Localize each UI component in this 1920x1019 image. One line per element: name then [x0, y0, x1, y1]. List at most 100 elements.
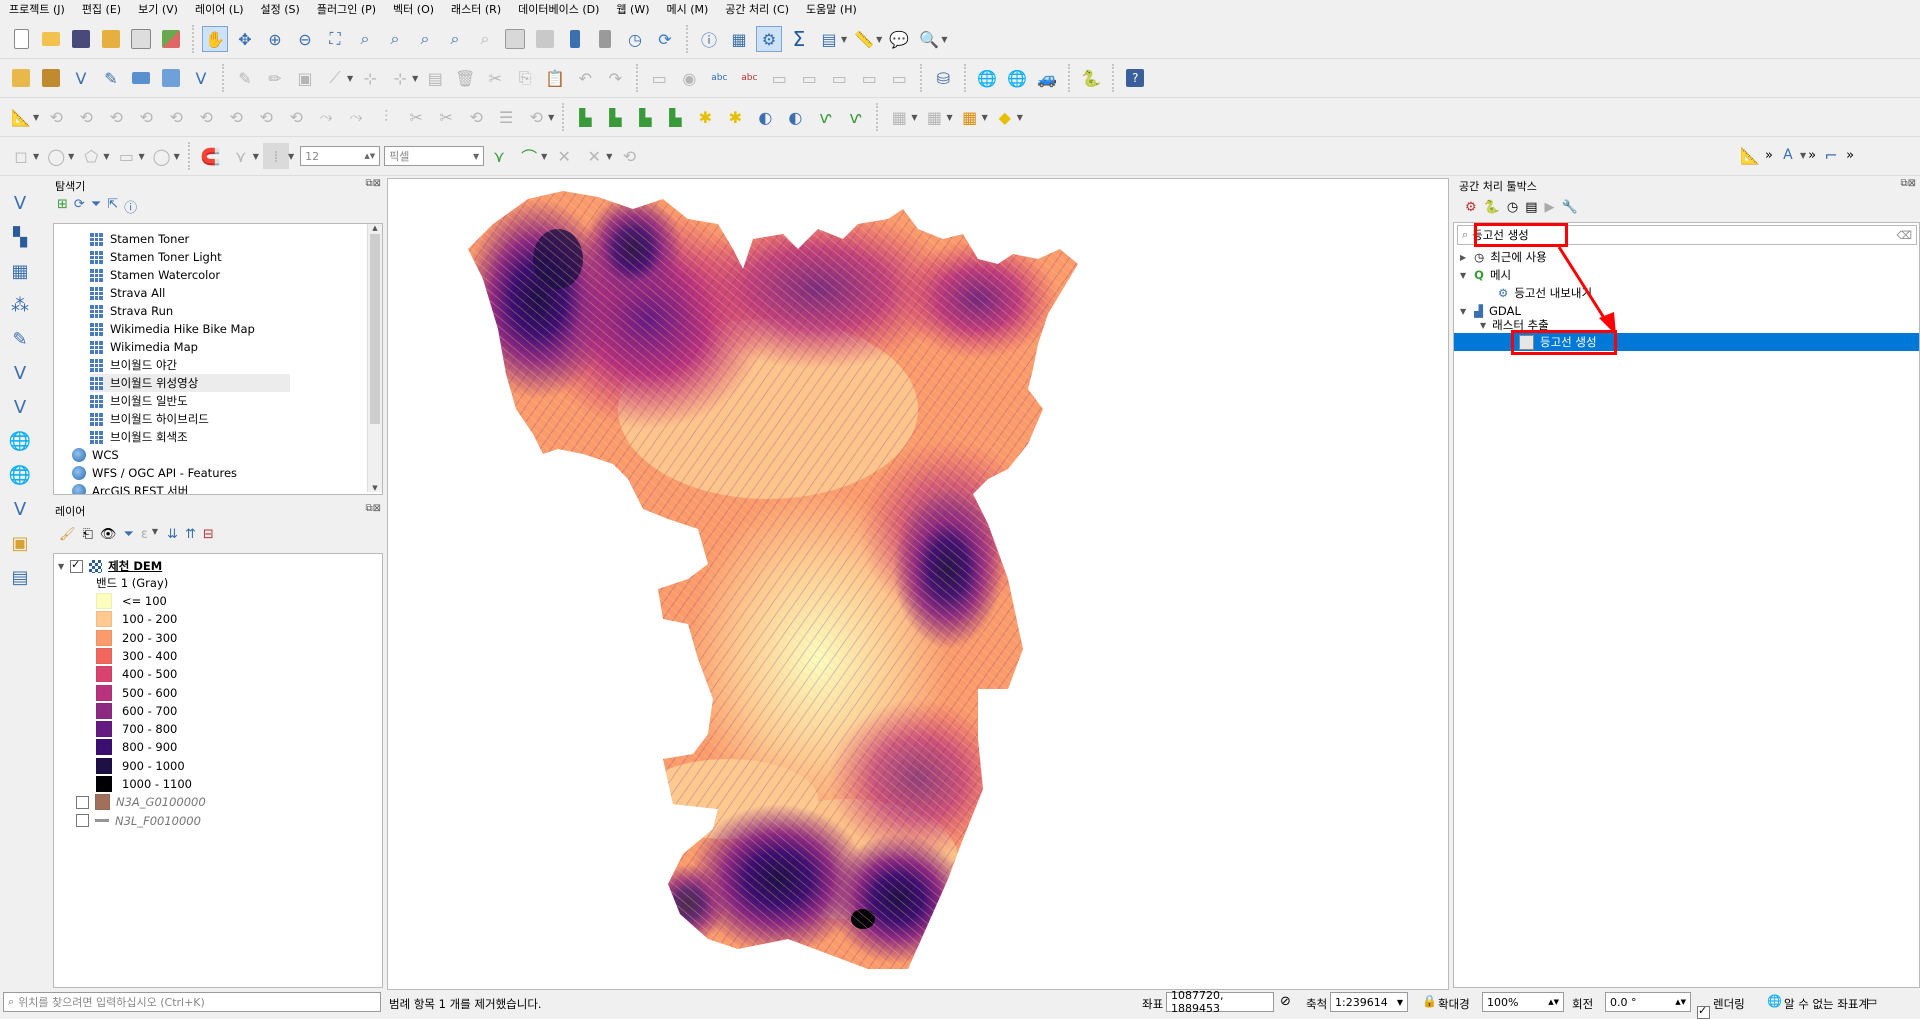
edit-features-icon[interactable]: ▶	[1544, 200, 1554, 215]
scripts-python-icon[interactable]: 🐍	[1484, 200, 1500, 215]
select-expression-icon[interactable]: ⱱ	[812, 104, 838, 130]
browser-item[interactable]: 브이월드 일반도	[90, 392, 188, 410]
snap-tolerance-input[interactable]: 12 ▲▼	[300, 146, 381, 166]
adv-tool-12-icon[interactable]: ⤳	[343, 104, 369, 130]
browser-item[interactable]: Wikimedia Map	[90, 338, 198, 356]
adv-tool-2-icon[interactable]: ⟲	[43, 104, 69, 130]
invert-selection-icon[interactable]: ◐	[752, 104, 778, 130]
panel-float-close-icon[interactable]: ⧉⊠	[365, 178, 381, 189]
open-project-icon[interactable]	[38, 26, 64, 52]
zoom-selection-icon[interactable]: ⌕	[352, 26, 378, 52]
browser-item[interactable]: Stamen Toner Light	[90, 248, 222, 266]
collapse-all-icon[interactable]: ⇈	[185, 527, 196, 542]
save-edits-icon[interactable]: ▣	[292, 65, 318, 91]
statistics-sum-icon[interactable]: Σ	[786, 26, 812, 52]
add-delimited-text-icon[interactable]: ✎	[5, 325, 35, 353]
collapse-arrow-icon[interactable]: ▼	[1460, 271, 1466, 280]
menu-item[interactable]: 벡터 (O)	[384, 1, 442, 17]
new-map-view-icon[interactable]	[502, 26, 528, 52]
menu-item[interactable]: 프로젝트 (J)	[0, 1, 73, 17]
add-postgis-icon[interactable]: V	[5, 393, 35, 421]
add-raster-layer-icon[interactable]: ▚	[5, 223, 35, 251]
results-viewer-icon[interactable]: ▤	[1525, 200, 1537, 215]
undo-icon[interactable]: ↶	[572, 65, 598, 91]
label-style-icon[interactable]: A	[1775, 142, 1801, 168]
adv-tool-7-icon[interactable]: ⟲	[193, 104, 219, 130]
expand-arrow-icon[interactable]: ▶	[1460, 253, 1466, 262]
pan-to-selection-icon[interactable]: ✥	[232, 26, 258, 52]
collapse-arrow-icon[interactable]: ▼	[1480, 321, 1486, 330]
adv-tool-18-icon[interactable]: ⟲	[523, 104, 549, 130]
style-manager-icon[interactable]	[158, 26, 184, 52]
adv-tool-4-icon[interactable]: ⟲	[103, 104, 129, 130]
scroll-thumb[interactable]	[370, 234, 380, 424]
add-wfs-icon[interactable]: 🌐	[5, 461, 35, 489]
select-by-area-icon[interactable]: ▙	[572, 104, 598, 130]
browser-root-item[interactable]: WCS	[72, 446, 119, 464]
label-callout-icon[interactable]: ▭	[886, 65, 912, 91]
menu-item[interactable]: 메시 (M)	[657, 1, 716, 17]
toggle-extents-icon[interactable]: ⊘	[1280, 994, 1291, 1009]
select-by-value-icon[interactable]: ▙	[602, 104, 628, 130]
menu-item[interactable]: 레이어 (L)	[186, 1, 252, 17]
cut-icon[interactable]: ✂	[482, 65, 508, 91]
zoom-full-icon[interactable]: ⛶	[322, 26, 348, 52]
new-geopackage-icon[interactable]	[38, 65, 64, 91]
options-wrench-icon[interactable]: 🔧	[1561, 200, 1577, 215]
map-tips-icon[interactable]: 💬	[886, 26, 912, 52]
adv-tool-11-icon[interactable]: ⤳	[313, 104, 339, 130]
zoom-in-icon[interactable]: ⊕	[262, 26, 288, 52]
scroll-up-icon[interactable]: ▲	[368, 224, 382, 232]
menu-item[interactable]: 플러그인 (P)	[308, 1, 384, 17]
adv-tool-9-icon[interactable]: ⟲	[253, 104, 279, 130]
new-memory-layer-icon[interactable]	[128, 65, 154, 91]
menu-item[interactable]: 웹 (W)	[607, 1, 657, 17]
new-project-icon[interactable]	[8, 26, 34, 52]
deselect-layer-icon[interactable]: ✱	[722, 104, 748, 130]
adv-tool-5-icon[interactable]: ⟲	[133, 104, 159, 130]
pin-icon[interactable]: ⌐	[1818, 142, 1844, 168]
add-vector-icon[interactable]: V	[188, 65, 214, 91]
overflow-chevron-1-icon[interactable]: »	[1765, 148, 1773, 163]
processing-toolbox-icon[interactable]: ⚙	[756, 26, 782, 52]
new-3d-view-icon[interactable]	[532, 26, 558, 52]
vertex-tool-icon[interactable]: ⊹	[357, 65, 383, 91]
snap-avoid-icon[interactable]: ⟲	[616, 143, 642, 169]
annotation-1-icon[interactable]: ▦	[886, 104, 912, 130]
lock-scale-icon[interactable]: 🔒	[1422, 994, 1437, 1008]
paste-icon[interactable]: 📋	[542, 65, 568, 91]
temporal-controller-icon[interactable]: ◷	[622, 26, 648, 52]
snapping-magnet-icon[interactable]: 🧲	[198, 143, 224, 169]
text-annotation-icon[interactable]: 🔍	[916, 26, 942, 52]
menu-item[interactable]: 공간 처리 (C)	[716, 1, 797, 17]
map-canvas[interactable]	[387, 178, 1449, 990]
adv-tool-13-icon[interactable]: ⫶	[373, 104, 399, 130]
new-bookmark-icon[interactable]	[562, 26, 588, 52]
label-change-icon[interactable]: ▭	[826, 65, 852, 91]
add-spatialite-icon[interactable]: V	[5, 359, 35, 387]
expand-arrow-icon[interactable]: ▼	[58, 562, 64, 571]
add-mesh-layer-icon[interactable]: ▦	[5, 257, 35, 285]
select-all-icon[interactable]: ▙	[632, 104, 658, 130]
annotation-2-icon[interactable]: ▦	[921, 104, 947, 130]
adv-tool-17-icon[interactable]: ☰	[493, 104, 519, 130]
zoom-last-icon[interactable]: ⌕	[442, 26, 468, 52]
layer-visibility-checkbox[interactable]	[76, 795, 89, 809]
digitize-extra-icon[interactable]: 📐	[1737, 142, 1763, 168]
zoom-out-icon[interactable]: ⊖	[292, 26, 318, 52]
expand-all-icon[interactable]: ⇊	[167, 527, 178, 542]
label-diagram-icon[interactable]: ▭	[856, 65, 882, 91]
attribute-table-icon[interactable]: ▤	[816, 26, 842, 52]
tree-item-recent[interactable]: ▶ ◷ 최근에 사용	[1460, 248, 1547, 266]
measure-line-icon[interactable]: 📏	[851, 26, 877, 52]
snapping-mode-icon[interactable]: ⁞	[262, 143, 289, 169]
web-car-icon[interactable]: 🚙	[1034, 65, 1060, 91]
select-form-icon[interactable]: ⱱ	[842, 104, 868, 130]
adv-tool-10-icon[interactable]: ⟲	[283, 104, 309, 130]
annotation-3-icon[interactable]: ▦	[957, 104, 983, 130]
shape-2-icon[interactable]: ◯	[43, 143, 69, 169]
data-source-manager-icon[interactable]	[8, 65, 34, 91]
redo-icon[interactable]: ↷	[602, 65, 628, 91]
add-vector-layer-icon[interactable]: V	[5, 189, 35, 217]
shape-5-icon[interactable]: ◯	[149, 143, 175, 169]
